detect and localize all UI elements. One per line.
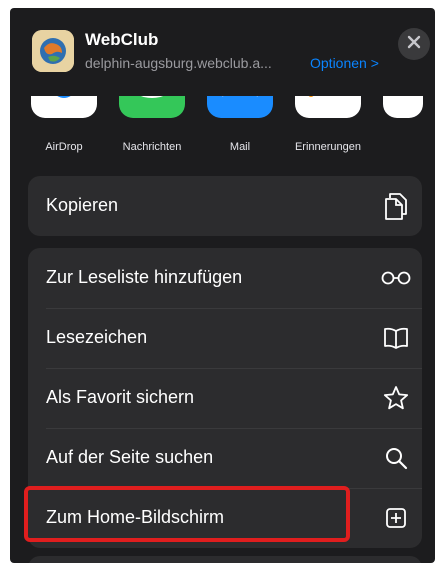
action-label: Lesezeichen — [46, 327, 148, 347]
action-add-to-reading-list[interactable]: Zur Leseliste hinzufügen — [28, 248, 422, 308]
copy-icon — [380, 190, 412, 222]
messages-icon — [119, 96, 185, 118]
share-label-mail: Mail — [229, 141, 251, 153]
action-label: Als Favorit sichern — [46, 387, 195, 407]
action-label: Auf der Seite suchen — [46, 447, 214, 467]
webclub-app-icon — [32, 30, 74, 72]
action-find-on-page[interactable]: Auf der Seite suchen — [28, 428, 422, 488]
airdrop-icon — [31, 96, 97, 118]
reminders-icon — [295, 96, 361, 118]
actions-group: Zur Leseliste hinzufügen Lesezeichen Als… — [28, 248, 422, 548]
app-icon-partial — [383, 96, 423, 118]
bookmark-icon — [380, 322, 412, 354]
action-label: Zum Home-Bildschirm — [46, 507, 225, 527]
action-add-favorite[interactable]: Als Favorit sichern — [28, 368, 422, 428]
page-title: WebClub — [85, 30, 159, 49]
action-label: Zur Leseliste hinzufügen — [46, 267, 243, 287]
share-label-airdrop: AirDrop — [45, 141, 83, 153]
next-group-edge — [28, 556, 422, 563]
action-copy[interactable]: Kopieren — [28, 176, 422, 236]
copy-group: Kopieren — [28, 176, 422, 236]
share-sheet: WebClub delphin-augsburg.webclub.a... Op… — [10, 8, 435, 563]
action-bookmark[interactable]: Lesezeichen — [28, 308, 422, 368]
page-url: delphin-augsburg.webclub.a... — [85, 55, 272, 71]
close-icon — [407, 35, 421, 54]
share-targets-row: AirDrop Nachrichten Mail Erinnerungen — [10, 96, 435, 168]
add-square-icon — [380, 502, 412, 534]
action-add-to-home-screen[interactable]: Zum Home-Bildschirm — [28, 488, 422, 548]
share-sheet-header: WebClub delphin-augsburg.webclub.a... Op… — [10, 8, 435, 96]
reading-list-icon — [380, 262, 412, 294]
mail-icon — [207, 96, 273, 118]
action-label: Kopieren — [46, 195, 119, 215]
star-icon — [380, 382, 412, 414]
close-button[interactable] — [398, 28, 430, 60]
search-icon — [380, 442, 412, 474]
share-label-reminders: Erinnerungen — [294, 141, 362, 153]
options-link[interactable]: Optionen > — [310, 55, 379, 71]
share-label-messages: Nachrichten — [122, 141, 182, 153]
